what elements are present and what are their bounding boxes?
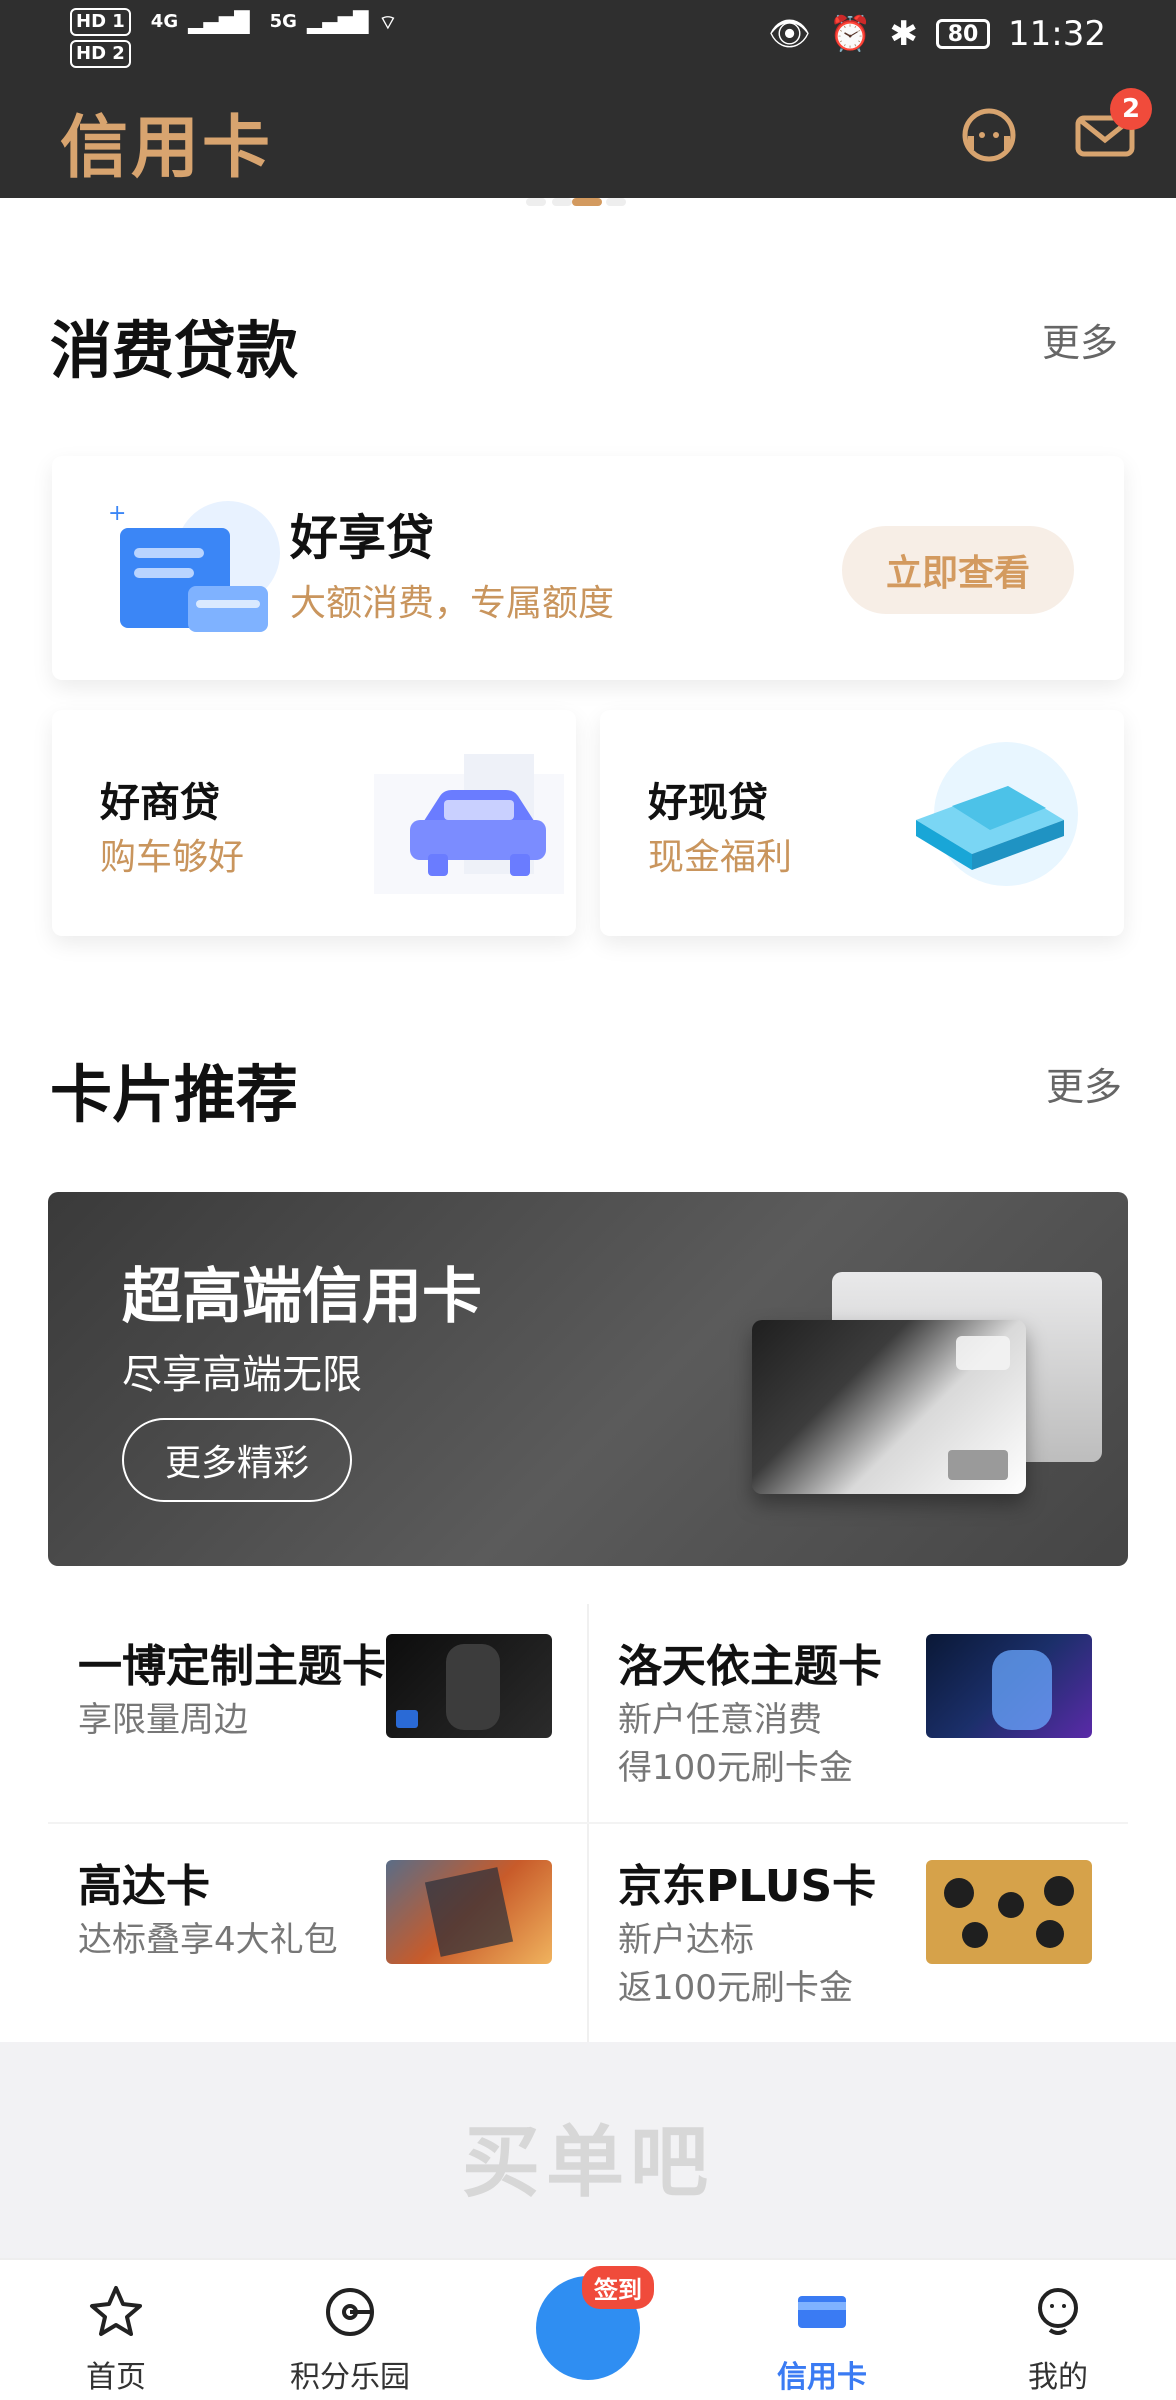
tab-me[interactable]: 我的 [958,2260,1158,2400]
character-icon [992,1650,1052,1730]
card-item-title: 高达卡 [78,1861,210,1912]
loan-card-subtitle: 购车够好 [100,837,245,878]
alarm-icon: ⏰ [829,14,872,54]
status-bar: HD 1 4G ▂▄▆█ 5G ▂▄▆█ ⌔ HD 2 👁 ⏰ ✱ 80 11:… [0,0,1176,74]
card-logo-icon [948,1450,1008,1480]
credit-card-front-icon [752,1320,1026,1494]
bluetooth-icon: ✱ [889,14,919,54]
section-title-consumer-loans: 消费贷款 [50,314,299,387]
credit-card-page: HD 1 4G ▂▄▆█ 5G ▂▄▆█ ⌔ HD 2 👁 ⏰ ✱ 80 11:… [0,0,1176,2400]
card-recommend-more-link[interactable]: 更多 [1046,1056,1122,1111]
signal-area: HD 1 4G ▂▄▆█ 5G ▂▄▆█ ⌔ HD 2 [70,8,397,68]
card-item-title: 洛天依主题卡 [618,1641,882,1692]
carousel-dots [0,198,1176,208]
svg-text:+: + [108,501,126,526]
card-logo-icon [396,1710,418,1728]
time: 11:32 [1008,14,1106,54]
card-item-subtitle: 享限量周边 [78,1700,248,1740]
featured-loan-subtitle: 大额消费，专属额度 [290,583,615,624]
hd1-indicator: HD 1 [70,8,131,36]
tab-home[interactable]: 首页 [16,2260,216,2400]
grid-divider-horizontal [48,1822,1128,1824]
section-title-card-recommend: 卡片推荐 [50,1058,299,1131]
card-item-subtitle: 达标叠享4大礼包 [78,1920,338,1960]
featured-loan-card[interactable]: + 好享贷 大额消费，专属额度 立即查看 [52,456,1124,680]
pattern-dot-icon [962,1922,988,1948]
pattern-dot-icon [1044,1876,1074,1906]
user-icon [1028,2282,1088,2342]
tab-label: 我的 [1028,2360,1088,2395]
loan-card-haoshangdai[interactable]: 好商贷 购车够好 [52,710,576,936]
loan-card-subtitle: 现金福利 [648,837,793,878]
premium-card-banner[interactable]: 超高端信用卡 尽享高端无限 更多精彩 [48,1192,1128,1566]
robot-icon [424,1867,514,1957]
message-badge: 2 [1110,88,1152,130]
signal-icon: ▂▄▆█ [188,10,250,34]
luotianyi-card-image [926,1634,1092,1738]
hd2-indicator: HD 2 [70,40,131,68]
card-item-jd-plus[interactable]: 京东PLUS卡 新户达标 返100元刷卡金 [588,1824,1128,2044]
carousel-dot [552,198,572,206]
card-item-title: 一博定制主题卡 [78,1641,386,1692]
points-icon [320,2282,380,2342]
loan-card-haoxiandai[interactable]: 好现贷 现金福利 [600,710,1124,936]
checkin-badge: 签到 [582,2266,654,2309]
tab-label: 首页 [86,2360,146,2395]
view-now-button[interactable]: 立即查看 [842,526,1074,614]
loan-illustration-icon: + [98,498,288,648]
battery-indicator: 80 [936,19,991,49]
tab-points[interactable]: 积分乐园 [250,2260,450,2400]
pattern-dot-icon [1036,1920,1064,1948]
jd-plus-card-image [926,1860,1092,1964]
customer-service-icon[interactable] [954,100,1024,170]
network-type-1: 4G [150,11,179,32]
card-item-title: 京东PLUS卡 [618,1861,877,1912]
pattern-dot-icon [998,1892,1024,1918]
consumer-loans-more-link[interactable]: 更多 [1042,312,1118,367]
loan-card-title: 好商贷 [100,780,220,826]
footer-brand: 买单吧 [461,2118,714,2208]
card-item-luotianyi[interactable]: 洛天依主题卡 新户任意消费 得100元刷卡金 [588,1604,1128,1824]
network-type-2: 5G [269,11,297,32]
gundam-card-image [386,1860,552,1964]
portrait-icon [446,1644,500,1730]
featured-loan-title: 好享贷 [290,510,435,566]
card-item-subtitle: 新户达标 返100元刷卡金 [618,1920,853,2008]
tab-label: 信用卡 [777,2360,867,2395]
signal-icon-2: ▂▄▆█ [306,10,369,34]
yibo-card-image [386,1634,552,1738]
credit-card-icon [792,2282,852,2342]
card-item-yibo[interactable]: 一博定制主题卡 享限量周边 [48,1604,588,1824]
status-right: 👁 ⏰ ✱ 80 11:32 [768,14,1106,54]
loan-card-title: 好现贷 [648,780,768,826]
app-header: 信用卡 2 [0,74,1176,198]
card-chip-icon [956,1336,1010,1370]
mail-icon[interactable]: 2 [1070,88,1152,170]
banner-subtitle: 尽享高端无限 [122,1352,362,1398]
banner-more-button[interactable]: 更多精彩 [122,1418,352,1502]
wifi-icon: ⌔ [378,10,398,34]
tab-label: 积分乐园 [290,2360,410,2395]
carousel-dot [606,198,626,206]
banner-title: 超高端信用卡 [122,1262,482,1332]
page-title: 信用卡 [60,109,274,188]
star-icon [86,2282,146,2342]
car-icon [374,754,564,894]
carousel-dot-active [572,198,602,206]
tab-credit-card[interactable]: 信用卡 [722,2260,922,2400]
cash-icon [896,734,1096,894]
eye-icon: 👁 [768,14,812,54]
card-item-gundam[interactable]: 高达卡 达标叠享4大礼包 [48,1824,588,2044]
carousel-dot [526,198,546,206]
card-item-subtitle: 新户任意消费 得100元刷卡金 [618,1700,853,1788]
pattern-dot-icon [944,1878,974,1908]
